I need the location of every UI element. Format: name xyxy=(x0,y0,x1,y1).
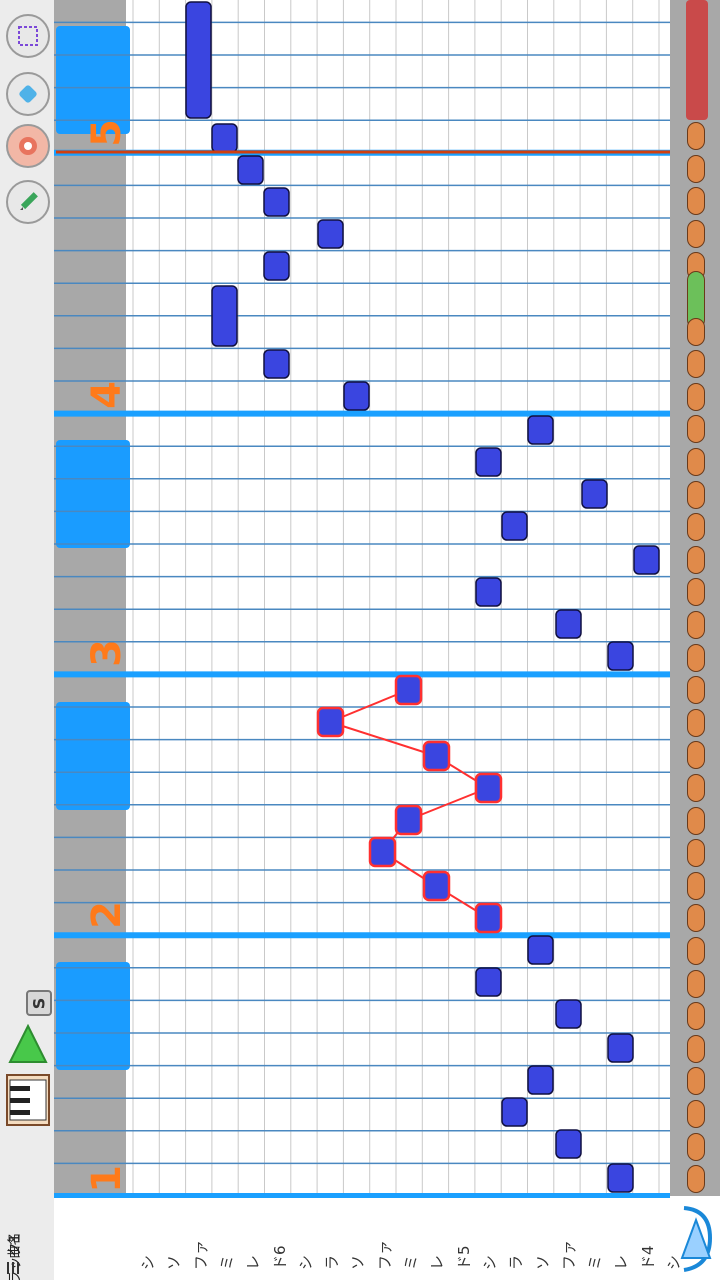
note[interactable] xyxy=(185,1,212,119)
note[interactable] xyxy=(475,967,502,997)
right-bar-dot[interactable] xyxy=(687,382,705,411)
note[interactable] xyxy=(607,641,634,671)
selected-note[interactable] xyxy=(368,836,397,868)
note[interactable] xyxy=(527,935,554,965)
note[interactable] xyxy=(475,577,502,607)
right-bar-dots[interactable] xyxy=(686,120,708,1196)
right-bar-dot[interactable] xyxy=(687,187,705,216)
right-bar-dot[interactable] xyxy=(687,937,705,965)
menu-icon[interactable] xyxy=(6,1262,20,1276)
right-bar-dot[interactable] xyxy=(687,415,705,444)
right-bar-dot[interactable] xyxy=(687,122,705,150)
selected-note[interactable] xyxy=(422,740,451,772)
right-bar-dot[interactable] xyxy=(687,219,705,248)
key-label: ド6 xyxy=(270,1245,289,1270)
key-label: レ xyxy=(428,1254,447,1270)
right-bar-dot[interactable] xyxy=(687,448,705,476)
key-label: シ xyxy=(139,1254,157,1270)
selection-connectors xyxy=(329,689,489,919)
right-bar-dot[interactable] xyxy=(687,578,705,607)
note[interactable] xyxy=(555,609,582,639)
right-bar-dot[interactable] xyxy=(687,1132,705,1161)
right-bar-dot[interactable] xyxy=(687,969,705,998)
key-label: ファ xyxy=(559,1239,578,1270)
selected-note[interactable] xyxy=(474,902,503,934)
key-label: ファ xyxy=(191,1239,210,1270)
key-label: ミ xyxy=(586,1254,605,1270)
scroll-arrow-icon[interactable] xyxy=(676,1202,716,1276)
selected-note[interactable] xyxy=(316,706,345,738)
key-label: ソ xyxy=(533,1254,552,1270)
song-label-box: 曲名 xyxy=(4,1230,23,1260)
key-label: ファ xyxy=(375,1239,394,1270)
right-bar-dot[interactable] xyxy=(687,904,705,933)
key-label: ソ xyxy=(165,1254,184,1270)
note[interactable] xyxy=(633,545,660,575)
note[interactable] xyxy=(555,1129,582,1159)
key-label: ミ xyxy=(217,1254,236,1270)
note[interactable] xyxy=(555,999,582,1029)
key-label: ラ xyxy=(323,1254,342,1270)
key-label: ミ xyxy=(402,1254,420,1270)
note[interactable] xyxy=(211,123,238,153)
right-bar-dot[interactable] xyxy=(687,643,705,672)
right-bar-dot[interactable] xyxy=(687,806,705,835)
right-bar-dot[interactable] xyxy=(687,676,705,705)
note[interactable] xyxy=(581,479,608,509)
selected-note[interactable] xyxy=(422,870,451,902)
key-label: シ xyxy=(296,1254,315,1270)
song-label: 曲名 xyxy=(7,1231,23,1259)
key-label: レ xyxy=(612,1254,631,1270)
right-bar-dot[interactable] xyxy=(687,1067,705,1096)
right-bar-dot[interactable] xyxy=(687,317,705,346)
key-label: ド5 xyxy=(454,1245,473,1270)
right-bar-dot[interactable] xyxy=(687,741,705,770)
note[interactable] xyxy=(263,187,290,217)
key-label: シ xyxy=(480,1254,499,1270)
selected-note[interactable] xyxy=(394,804,423,836)
right-bar-dot[interactable] xyxy=(687,774,705,802)
right-bar-dot[interactable] xyxy=(687,1100,705,1128)
right-bar-dot[interactable] xyxy=(687,611,705,639)
note-grid[interactable] xyxy=(0,0,720,1196)
note[interactable] xyxy=(263,251,290,281)
right-bar-red xyxy=(686,0,708,120)
beat-lines xyxy=(54,21,720,1196)
right-bar-dot[interactable] xyxy=(687,839,705,868)
right-bar-dot[interactable] xyxy=(687,154,705,183)
right-bar-dot[interactable] xyxy=(687,480,705,509)
note[interactable] xyxy=(607,1033,634,1063)
right-bar-dot[interactable] xyxy=(687,1034,705,1063)
right-bar-dot[interactable] xyxy=(687,513,705,542)
note[interactable] xyxy=(501,511,528,541)
key-label: レ xyxy=(244,1254,263,1270)
note[interactable] xyxy=(343,381,370,411)
key-label: ド4 xyxy=(638,1245,657,1270)
note[interactable] xyxy=(263,349,290,379)
note[interactable] xyxy=(211,285,238,347)
right-bar-dot[interactable] xyxy=(687,708,705,737)
selected-note[interactable] xyxy=(474,772,503,804)
selected-note[interactable] xyxy=(394,674,423,706)
right-bar-dot[interactable] xyxy=(687,1002,705,1031)
note[interactable] xyxy=(607,1163,634,1193)
note[interactable] xyxy=(527,1065,554,1095)
note[interactable] xyxy=(527,415,554,445)
note[interactable] xyxy=(501,1097,528,1127)
right-bar-dot[interactable] xyxy=(687,1165,705,1194)
right-bar-dot[interactable] xyxy=(687,350,705,379)
key-label: ラ xyxy=(507,1254,526,1270)
note[interactable] xyxy=(317,219,344,249)
piano-roll-app: S トラック1 曲名 1 2 3 4 5 シ ソ ファ ミ レ ド6 シ ラ ソ… xyxy=(0,0,720,1280)
note[interactable] xyxy=(475,447,502,477)
right-bar-dot[interactable] xyxy=(687,545,705,574)
note[interactable] xyxy=(237,155,264,185)
right-bar-dot[interactable] xyxy=(687,871,705,900)
key-label: ソ xyxy=(349,1254,368,1270)
